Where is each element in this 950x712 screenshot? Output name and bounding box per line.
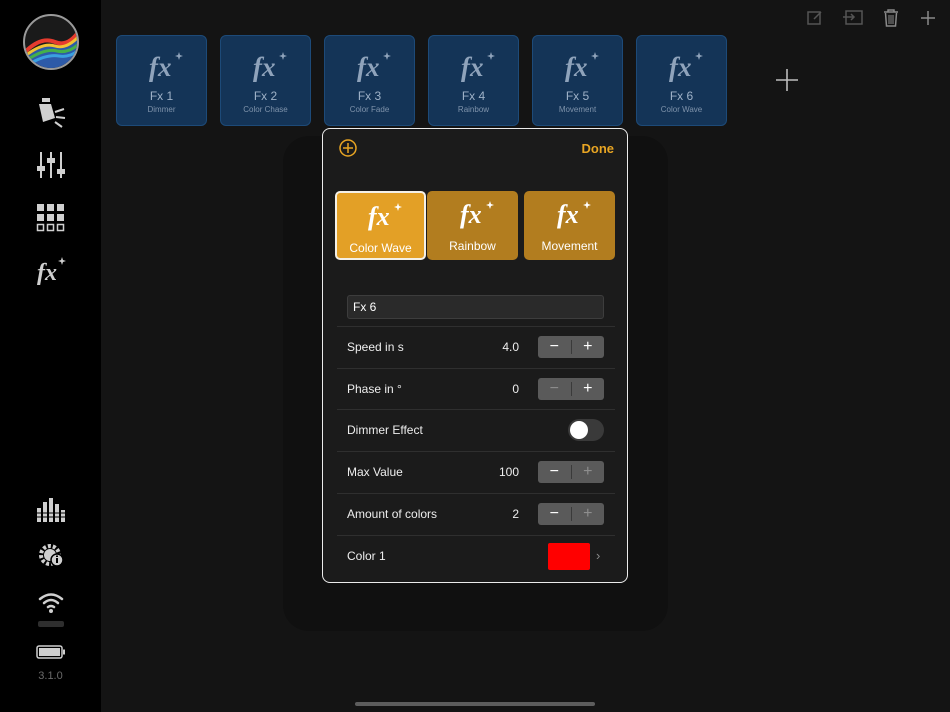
dimmer-row: Dimmer Effect: [337, 409, 615, 450]
decrement-button[interactable]: −: [538, 503, 571, 525]
done-button[interactable]: Done: [582, 141, 615, 156]
settings-info-icon[interactable]: [32, 536, 70, 574]
increment-button[interactable]: +: [571, 503, 604, 525]
divider: [38, 621, 64, 627]
fx-icon: fx: [117, 50, 206, 82]
preset-movement[interactable]: fx Movement: [524, 191, 615, 260]
fx-tile-name: Fx 4: [461, 89, 486, 103]
increment-button[interactable]: +: [571, 336, 604, 358]
battery-icon: [32, 633, 70, 671]
app-window: fx 3.1.0 fx Fx 1 Dimmer fx Fx 2 Color Ch…: [0, 0, 950, 712]
fx-tile-name: Fx 2: [253, 89, 278, 103]
svg-text:fx: fx: [357, 52, 380, 82]
fx-tile[interactable]: fx Fx 5 Movement: [532, 35, 623, 126]
fx-icon: fx: [337, 201, 424, 231]
fx-tile-name: Fx 6: [669, 89, 694, 103]
phase-value: 0: [512, 382, 519, 396]
decrement-button[interactable]: −: [538, 461, 571, 483]
fx-icon: fx: [325, 50, 414, 82]
speed-row: Speed in s 4.0 − +: [337, 326, 615, 367]
fx-tile[interactable]: fx Fx 2 Color Chase: [220, 35, 311, 126]
dimmer-toggle[interactable]: [568, 419, 604, 441]
fx-tile-name: Fx 5: [565, 89, 590, 103]
svg-text:fx: fx: [149, 52, 172, 82]
color-1-label: Color 1: [347, 549, 386, 563]
phase-label: Phase in °: [347, 382, 402, 396]
fx-tile-type: Movement: [558, 105, 597, 114]
max-value-row: Max Value 100 − +: [337, 451, 615, 492]
speed-label: Speed in s: [347, 340, 404, 354]
colors-row: Amount of colors 2 − +: [337, 493, 615, 534]
fx-icon: fx: [429, 50, 518, 82]
audio-bars-icon[interactable]: [32, 491, 70, 529]
grid-icon[interactable]: [32, 199, 70, 237]
add-circle-icon[interactable]: [338, 138, 358, 158]
increment-button[interactable]: +: [571, 461, 604, 483]
color-swatch[interactable]: [548, 543, 590, 570]
max-value: 100: [498, 465, 519, 479]
preset-color-wave[interactable]: fx Color Wave: [335, 191, 426, 260]
version-label: 3.1.0: [38, 670, 63, 682]
fx-icon: fx: [221, 50, 310, 82]
preset-label: Color Wave: [349, 241, 412, 255]
fx-tile-type: Dimmer: [147, 105, 176, 114]
fx-icon[interactable]: fx: [32, 251, 70, 289]
colors-stepper: − +: [538, 503, 604, 525]
app-logo[interactable]: [23, 14, 79, 70]
plus-icon[interactable]: [916, 6, 940, 30]
svg-text:fx: fx: [461, 52, 484, 82]
sidebar: fx 3.1.0: [0, 0, 101, 712]
fx-name-field[interactable]: [347, 295, 604, 319]
toggle-knob: [570, 421, 588, 439]
dimmer-label: Dimmer Effect: [347, 423, 423, 437]
phase-stepper: − +: [538, 378, 604, 400]
trash-icon[interactable]: [879, 6, 903, 30]
add-fx-button[interactable]: [774, 67, 800, 93]
fx-icon: fx: [524, 199, 615, 229]
fx-icon: fx: [427, 199, 518, 229]
color-1-row[interactable]: Color 1 ›: [337, 535, 615, 576]
fx-icon: fx: [533, 50, 622, 82]
import-icon[interactable]: [841, 6, 865, 30]
fx-edit-popover: Done fx Color Wave fx Rainbow fx Movemen…: [322, 128, 628, 583]
chevron-right-icon: ›: [596, 548, 601, 563]
fx-tile-type: Rainbow: [457, 105, 490, 114]
increment-button[interactable]: +: [571, 378, 604, 400]
decrement-button[interactable]: −: [538, 378, 571, 400]
fx-tile-type: Color Chase: [243, 105, 288, 114]
decrement-button[interactable]: −: [538, 336, 571, 358]
svg-text:fx: fx: [368, 202, 390, 231]
svg-text:fx: fx: [253, 52, 276, 82]
wifi-icon[interactable]: [32, 583, 70, 621]
home-indicator: [355, 702, 595, 706]
edit-icon[interactable]: [803, 6, 827, 30]
svg-text:fx: fx: [460, 200, 482, 229]
svg-text:fx: fx: [557, 200, 579, 229]
speed-stepper: − +: [538, 336, 604, 358]
preset-label: Rainbow: [449, 239, 496, 253]
fx-icon: fx: [637, 50, 726, 82]
preset-rainbow[interactable]: fx Rainbow: [427, 191, 518, 260]
max-value-stepper: − +: [538, 461, 604, 483]
faders-icon[interactable]: [32, 146, 70, 184]
fx-tile[interactable]: fx Fx 4 Rainbow: [428, 35, 519, 126]
colors-value: 2: [512, 507, 519, 521]
max-value-label: Max Value: [347, 465, 403, 479]
svg-text:fx: fx: [565, 52, 588, 82]
fx-tile[interactable]: fx Fx 3 Color Fade: [324, 35, 415, 126]
preset-label: Movement: [541, 239, 598, 253]
phase-row: Phase in ° 0 − +: [337, 368, 615, 409]
speed-value: 4.0: [502, 340, 519, 354]
fx-tile-name: Fx 3: [357, 89, 382, 103]
fx-tile-name: Fx 1: [149, 89, 174, 103]
fx-tile-type: Color Fade: [349, 105, 390, 114]
fx-tile[interactable]: fx Fx 6 Color Wave: [636, 35, 727, 126]
svg-text:fx: fx: [669, 52, 692, 82]
svg-text:fx: fx: [37, 260, 57, 285]
fx-tile-type: Color Wave: [660, 105, 703, 114]
fx-tile[interactable]: fx Fx 1 Dimmer: [116, 35, 207, 126]
fixture-light-icon[interactable]: [32, 94, 70, 132]
colors-label: Amount of colors: [347, 507, 438, 521]
